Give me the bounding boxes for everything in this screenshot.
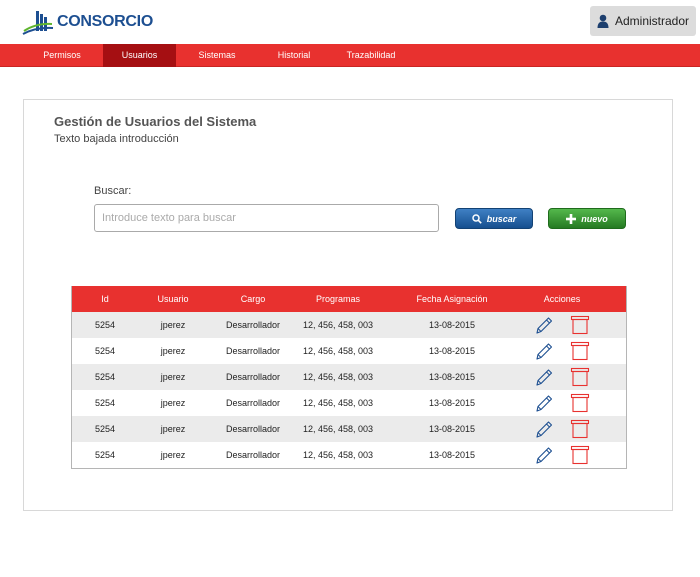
main-nav: Permisos Usuarios Sistemas Historial Tra… (0, 44, 700, 67)
column-header-id: Id (101, 294, 109, 304)
delete-trash-icon[interactable] (570, 393, 590, 413)
cell-id: 5254 (94, 450, 116, 460)
search-icon (471, 213, 482, 224)
header: CONSORCIO Administrador (0, 0, 700, 44)
new-button[interactable]: nuevo (548, 208, 626, 229)
cell-programas: 12, 456, 458, 003 (302, 346, 374, 356)
nav-item-historial[interactable]: Historial (259, 44, 329, 67)
cell-id: 5254 (94, 346, 116, 356)
cell-fecha: 13-08-2015 (428, 450, 476, 460)
cell-usuario: jperez (160, 320, 186, 330)
delete-trash-icon[interactable] (570, 341, 590, 361)
cell-fecha: 13-08-2015 (428, 346, 476, 356)
edit-pencil-icon[interactable] (534, 315, 554, 335)
search-button-label: buscar (486, 213, 517, 224)
cell-cargo: Desarrollador (225, 320, 281, 330)
delete-trash-icon[interactable] (570, 419, 590, 439)
user-label: Administrador (615, 14, 690, 28)
cell-programas: 12, 456, 458, 003 (302, 320, 374, 330)
column-header-fecha: Fecha Asignación (416, 294, 488, 304)
content-panel: Gestión de Usuarios del Sistema Texto ba… (23, 99, 673, 511)
user-menu-button[interactable]: Administrador (590, 6, 696, 36)
table-row: 5254 jperez Desarrollador 12, 456, 458, … (72, 312, 626, 338)
nav-item-sistemas[interactable]: Sistemas (182, 44, 252, 67)
table-body: 5254 jperez Desarrollador 12, 456, 458, … (72, 312, 626, 468)
nav-item-usuarios[interactable]: Usuarios (103, 44, 176, 67)
cell-programas: 12, 456, 458, 003 (302, 450, 374, 460)
table-header: Id Usuario Cargo Programas Fecha Asignac… (72, 286, 626, 312)
search-label: Buscar: (94, 185, 132, 197)
delete-trash-icon[interactable] (570, 445, 590, 465)
page-title: Gestión de Usuarios del Sistema (54, 114, 257, 129)
cell-programas: 12, 456, 458, 003 (302, 424, 374, 434)
column-header-usuario: Usuario (157, 294, 189, 304)
delete-trash-icon[interactable] (570, 315, 590, 335)
cell-id: 5254 (94, 320, 116, 330)
cell-fecha: 13-08-2015 (428, 424, 476, 434)
table-row: 5254 jperez Desarrollador 12, 456, 458, … (72, 364, 626, 390)
user-icon (597, 14, 609, 28)
page-subtitle: Texto bajada introducción (54, 133, 179, 145)
nav-item-permisos[interactable]: Permisos (26, 44, 98, 67)
edit-pencil-icon[interactable] (534, 419, 554, 439)
logo-text: CONSORCIO (57, 13, 153, 30)
plus-icon (566, 213, 577, 224)
column-header-cargo: Cargo (240, 294, 266, 304)
edit-pencil-icon[interactable] (534, 367, 554, 387)
table-row: 5254 jperez Desarrollador 12, 456, 458, … (72, 390, 626, 416)
cell-fecha: 13-08-2015 (428, 320, 476, 330)
cell-cargo: Desarrollador (225, 424, 281, 434)
cell-usuario: jperez (160, 372, 186, 382)
cell-id: 5254 (94, 424, 116, 434)
logo-icon (22, 11, 54, 35)
column-header-programas: Programas (315, 294, 360, 304)
nav-item-trazabilidad[interactable]: Trazabilidad (333, 44, 409, 67)
delete-trash-icon[interactable] (570, 367, 590, 387)
cell-id: 5254 (94, 372, 116, 382)
cell-cargo: Desarrollador (225, 450, 281, 460)
edit-pencil-icon[interactable] (534, 445, 554, 465)
search-button[interactable]: buscar (455, 208, 533, 229)
cell-usuario: jperez (160, 424, 186, 434)
table-row: 5254 jperez Desarrollador 12, 456, 458, … (72, 338, 626, 364)
table-row: 5254 jperez Desarrollador 12, 456, 458, … (72, 416, 626, 442)
users-table: Id Usuario Cargo Programas Fecha Asignac… (71, 286, 627, 469)
edit-pencil-icon[interactable] (534, 393, 554, 413)
search-input[interactable] (94, 204, 439, 232)
cell-usuario: jperez (160, 346, 186, 356)
cell-cargo: Desarrollador (225, 372, 281, 382)
new-button-label: nuevo (581, 213, 608, 224)
edit-pencil-icon[interactable] (534, 341, 554, 361)
cell-fecha: 13-08-2015 (428, 372, 476, 382)
cell-fecha: 13-08-2015 (428, 398, 476, 408)
cell-id: 5254 (94, 398, 116, 408)
column-header-acciones: Acciones (543, 294, 581, 304)
cell-usuario: jperez (160, 398, 186, 408)
cell-cargo: Desarrollador (225, 346, 281, 356)
logo[interactable]: CONSORCIO (22, 8, 153, 36)
cell-usuario: jperez (160, 450, 186, 460)
cell-programas: 12, 456, 458, 003 (302, 372, 374, 382)
cell-cargo: Desarrollador (225, 398, 281, 408)
cell-programas: 12, 456, 458, 003 (302, 398, 374, 408)
table-row: 5254 jperez Desarrollador 12, 456, 458, … (72, 442, 626, 468)
